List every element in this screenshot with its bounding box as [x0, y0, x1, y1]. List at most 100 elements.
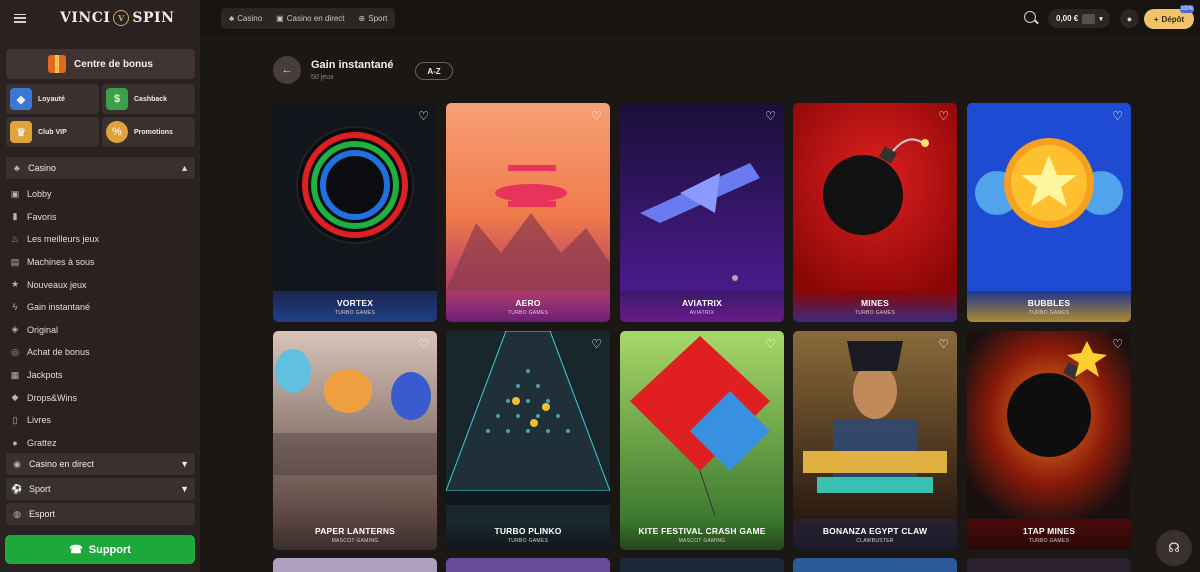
- casino-label: Casino: [28, 163, 57, 173]
- sidebar-item-label: Machines à sous: [27, 257, 95, 268]
- headset-icon: ☊: [1168, 540, 1180, 555]
- sidebar-item-new[interactable]: ★ Nouveaux jeux: [10, 273, 195, 296]
- game-card[interactable]: AVIATRIX AVIATRIX ♡: [620, 103, 784, 322]
- game-title: VORTEX: [336, 297, 374, 308]
- heart-icon[interactable]: ♡: [591, 110, 602, 122]
- heart-icon[interactable]: ♡: [591, 338, 602, 350]
- main-content: ← Gain instantané 50 jeux A-Z VORTEX TUR…: [200, 36, 1200, 572]
- heart-icon[interactable]: ♡: [1112, 338, 1123, 350]
- sidebar-item-bonus-buy[interactable]: ◎ Achat de bonus: [10, 341, 195, 364]
- page-title: Gain instantané: [311, 59, 394, 71]
- sidebar-item-drops[interactable]: ◆ Drops&Wins: [10, 386, 195, 409]
- bolt-icon: ϟ: [12, 302, 18, 313]
- casino-section-toggle[interactable]: ♣ Casino ▲: [6, 157, 195, 179]
- wallet-icon: [1082, 13, 1096, 24]
- live-icon: ▣: [276, 14, 284, 23]
- quick-links: ◆ Loyauté $ Cashback ♛ Club VIP % Promot…: [6, 84, 195, 147]
- game-card-partial[interactable]: [273, 558, 437, 572]
- game-card-partial[interactable]: [967, 558, 1131, 572]
- game-art-mines: [793, 103, 957, 291]
- game-card-partial[interactable]: [793, 558, 957, 572]
- live-chat-button[interactable]: ☊: [1156, 530, 1192, 566]
- sidebar-item-slots[interactable]: ▤ Machines à sous: [10, 251, 195, 274]
- quick-promotions[interactable]: % Promotions: [102, 117, 195, 147]
- quick-loyalty[interactable]: ◆ Loyauté: [6, 84, 99, 114]
- percent-icon: %: [106, 121, 128, 143]
- star-icon: ★: [10, 279, 20, 290]
- game-title: AVIATRIX: [681, 297, 722, 308]
- game-footer: TURBO PLINKO TURBO GAMES: [446, 519, 610, 550]
- cash-icon: $: [106, 88, 128, 110]
- game-art-turbo-plinko: [446, 331, 610, 519]
- game-title: MINES: [861, 297, 889, 308]
- heart-icon[interactable]: ♡: [765, 338, 776, 350]
- sidebar-item-favoris[interactable]: ▮ Favoris: [10, 206, 195, 229]
- heart-icon[interactable]: ♡: [938, 110, 949, 122]
- sidebar-item-lobby[interactable]: ▣ Lobby: [10, 183, 195, 206]
- quick-cashback[interactable]: $ Cashback: [102, 84, 195, 114]
- heart-icon[interactable]: ♡: [1112, 110, 1123, 122]
- sidebar-item-label: Drops&Wins: [27, 392, 78, 403]
- sidebar-item-best[interactable]: ♨ Les meilleurs jeux: [10, 228, 195, 251]
- balance-value: 0,00 €: [1056, 14, 1079, 23]
- live-icon: ◉: [13, 458, 21, 469]
- sort-button[interactable]: A-Z: [415, 62, 453, 80]
- brand-right: SPIN: [132, 10, 175, 26]
- support-button[interactable]: ☎ Support: [5, 535, 195, 564]
- esport-link[interactable]: ◍ Esport: [6, 503, 195, 525]
- search-icon[interactable]: [1024, 11, 1036, 23]
- tab-casino[interactable]: ♣ Casino: [229, 14, 262, 23]
- tab-label: Casino en direct: [286, 14, 345, 23]
- back-button[interactable]: ←: [273, 56, 301, 84]
- plus-icon: +: [1153, 14, 1159, 24]
- brand-logo[interactable]: VINCI V SPIN: [60, 10, 174, 26]
- menu-icon[interactable]: [14, 13, 26, 23]
- game-card[interactable]: MINES TURBO GAMES ♡: [793, 103, 957, 322]
- game-title: BUBBLES: [1027, 297, 1071, 308]
- game-card[interactable]: VORTEX TURBO GAMES ♡: [273, 103, 437, 322]
- game-footer: VORTEX TURBO GAMES: [273, 291, 437, 322]
- chevron-up-icon: ▲: [180, 163, 189, 173]
- user-icon[interactable]: ●: [1120, 9, 1139, 28]
- heart-icon[interactable]: ♡: [418, 338, 429, 350]
- balance-dropdown[interactable]: 0,00 € ▾: [1048, 9, 1110, 28]
- bonus-center-label: Centre de bonus: [74, 58, 153, 70]
- sidebar-item-label: Gain instantané: [27, 302, 91, 313]
- sidebar-item-scratch[interactable]: ● Grattez: [10, 432, 195, 455]
- game-card[interactable]: KITE FESTIVAL CRASH GAME MASCOT GAMING ♡: [620, 331, 784, 550]
- game-card[interactable]: AERO TURBO GAMES ♡: [446, 103, 610, 322]
- game-card[interactable]: BONANZA EGYPT CLAW CLAWBUSTER ♡: [793, 331, 957, 550]
- quick-vip[interactable]: ♛ Club VIP: [6, 117, 99, 147]
- heart-icon[interactable]: ♡: [938, 338, 949, 350]
- game-card[interactable]: TURBO PLINKO TURBO GAMES ♡: [446, 331, 610, 550]
- live-casino-toggle[interactable]: ◉ Casino en direct ▼: [6, 453, 195, 475]
- heart-icon[interactable]: ♡: [765, 110, 776, 122]
- sidebar-item-original[interactable]: ◈ Original: [10, 319, 195, 342]
- game-card-partial[interactable]: [446, 558, 610, 572]
- game-provider: AVIATRIX: [689, 309, 715, 316]
- game-art-bubbles: [967, 103, 1131, 291]
- arrow-left-icon: ←: [281, 64, 293, 76]
- book-icon: ▯: [12, 414, 18, 425]
- sidebar-item-label: Livres: [27, 415, 52, 426]
- jackpot-icon: ▦: [10, 369, 20, 380]
- game-footer: AERO TURBO GAMES: [446, 291, 610, 322]
- sport-toggle[interactable]: ⚽ Sport ▼: [6, 478, 195, 500]
- tab-sport[interactable]: ⊕ Sport: [359, 14, 388, 23]
- game-card[interactable]: BUBBLES TURBO GAMES ♡: [967, 103, 1131, 322]
- heart-icon[interactable]: ♡: [418, 110, 429, 122]
- game-provider: MASCOT GAMING: [331, 537, 379, 544]
- sidebar-item-books[interactable]: ▯ Livres: [10, 409, 195, 432]
- game-title: KITE FESTIVAL CRASH GAME: [638, 525, 766, 536]
- game-card[interactable]: 1TAP MINES TURBO GAMES ♡: [967, 331, 1131, 550]
- chevron-down-icon: ▼: [180, 484, 189, 494]
- sidebar-item-jackpots[interactable]: ▦ Jackpots: [10, 364, 195, 387]
- logo-row: VINCI V SPIN: [0, 0, 200, 36]
- game-card-partial[interactable]: [620, 558, 784, 572]
- bonus-center-button[interactable]: Centre de bonus: [6, 49, 195, 79]
- game-title: TURBO PLINKO: [494, 525, 562, 536]
- sidebar-item-instant[interactable]: ϟ Gain instantané: [10, 296, 195, 319]
- game-card[interactable]: PAPER LANTERNS MASCOT GAMING ♡: [273, 331, 437, 550]
- tab-live-casino[interactable]: ▣ Casino en direct: [276, 14, 344, 23]
- shield-icon: ◆: [10, 88, 32, 110]
